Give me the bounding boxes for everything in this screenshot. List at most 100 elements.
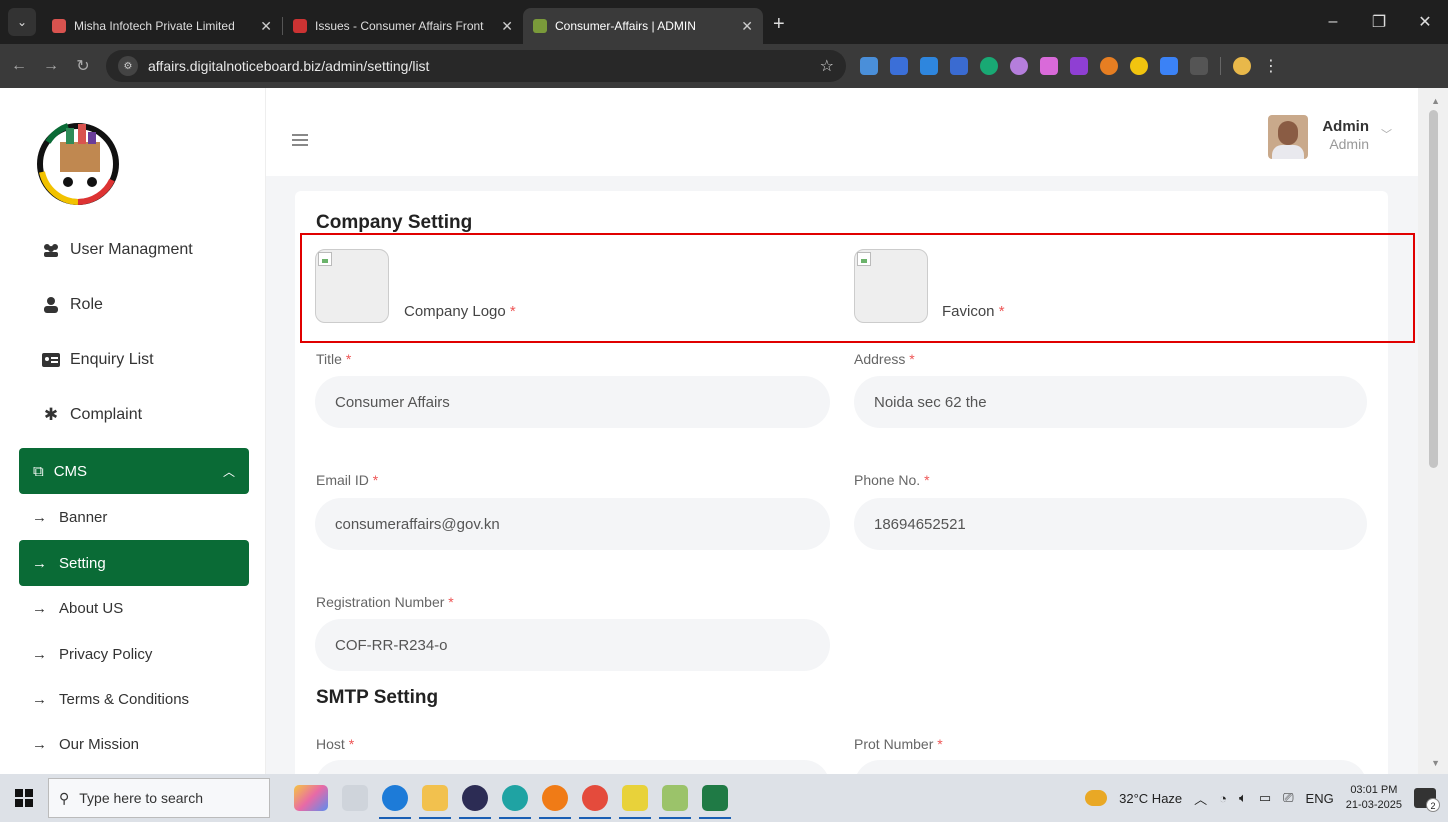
language-indicator[interactable]: ENG	[1306, 791, 1334, 806]
snipping-tool-icon[interactable]	[619, 785, 651, 819]
input-indicator-icon[interactable]: ⎚	[1283, 790, 1293, 806]
notepad-icon[interactable]	[659, 785, 691, 819]
tab-misha-infotech[interactable]: Misha Infotech Private Limited ✕	[42, 8, 282, 44]
sidebar-item-enquiry-list[interactable]: Enquiry List	[42, 351, 154, 369]
tab-consumer-affairs-admin[interactable]: Consumer-Affairs | ADMIN ✕	[523, 8, 763, 44]
port-number-label: Prot Number *	[854, 736, 943, 752]
title-input[interactable]: Consumer Affairs	[315, 376, 830, 428]
copilot-icon[interactable]	[294, 785, 328, 811]
chrome-icon[interactable]	[579, 785, 611, 819]
phone-label: Phone No. *	[854, 472, 930, 488]
sidebar-subitem-banner[interactable]: → Banner	[32, 509, 107, 526]
registration-number-input[interactable]: COF-RR-R234-o	[315, 619, 830, 671]
windows-start-icon[interactable]	[0, 774, 48, 822]
sidebar-item-role[interactable]: Role	[42, 296, 103, 314]
puzzle-icon[interactable]	[1160, 57, 1178, 75]
skype-icon[interactable]	[379, 785, 411, 819]
sidebar-panel-icon[interactable]	[1190, 57, 1208, 75]
avatar[interactable]	[1268, 115, 1308, 159]
toolbar-divider	[1220, 57, 1221, 75]
address-toolbar: ← → ↻ ⚙ affairs.digitalnoticeboard.biz/a…	[0, 44, 1448, 88]
file-explorer-icon[interactable]	[419, 785, 451, 819]
host-input[interactable]	[315, 760, 830, 774]
firefox-icon[interactable]	[539, 785, 571, 819]
scroll-down-arrow-icon[interactable]: ▼	[1431, 758, 1440, 768]
extension-icon[interactable]	[1040, 57, 1058, 75]
notification-icon[interactable]: 2	[1414, 788, 1440, 812]
scrollbar-thumb[interactable]	[1429, 110, 1438, 468]
extension-icon[interactable]	[1010, 57, 1028, 75]
sidebar-subitem-terms[interactable]: → Terms & Conditions	[32, 691, 189, 708]
windows-taskbar: ⚲ Type here to search 32°C Haze ︿ ◔ 🔈︎ ▭…	[0, 774, 1448, 822]
battery-icon[interactable]: ▭	[1259, 790, 1271, 806]
new-tab-button[interactable]: +	[773, 13, 785, 36]
grammarly-icon[interactable]	[980, 57, 998, 75]
tab-favicon	[293, 19, 307, 33]
profile-avatar-icon[interactable]	[1233, 57, 1251, 75]
site-info-icon[interactable]: ⚙	[118, 56, 138, 76]
chevron-up-icon[interactable]: ︿	[1194, 789, 1207, 808]
chevron-down-icon[interactable]: ﹀	[1381, 126, 1392, 142]
sidebar-subitem-setting[interactable]: → Setting	[19, 540, 249, 586]
registration-number-label: Registration Number *	[316, 594, 454, 610]
sidebar-item-user-managment[interactable]: User Managment	[42, 241, 193, 259]
tab-search-button[interactable]: ⌄	[8, 8, 36, 36]
weather-icon[interactable]	[1085, 790, 1108, 806]
eclipse-icon[interactable]	[459, 785, 491, 819]
page-scrollbar[interactable]: ▲ ▼	[1418, 88, 1448, 774]
sidebar: User Managment Role Enquiry List ✱ Compl…	[0, 88, 266, 774]
email-input[interactable]: consumeraffairs@gov.kn	[315, 498, 830, 550]
forward-icon[interactable]: →	[42, 57, 60, 75]
sidebar-subitem-privacy-policy[interactable]: → Privacy Policy	[32, 646, 152, 663]
close-tab-icon[interactable]: ✕	[741, 18, 753, 35]
extension-icon[interactable]	[860, 57, 878, 75]
extension-icon[interactable]	[920, 57, 938, 75]
arrow-right-icon: →	[32, 691, 47, 708]
weather-text[interactable]: 32°C Haze	[1119, 791, 1182, 806]
edge-icon[interactable]	[499, 785, 531, 819]
sidebar-subitem-label: Terms & Conditions	[59, 691, 190, 708]
extension-icon[interactable]	[890, 57, 908, 75]
url-text: affairs.digitalnoticeboard.biz/admin/set…	[148, 58, 430, 74]
phone-input[interactable]: 18694652521	[854, 498, 1367, 550]
url-bar[interactable]: ⚙ affairs.digitalnoticeboard.biz/admin/s…	[106, 50, 846, 82]
close-tab-icon[interactable]: ✕	[260, 18, 272, 35]
reload-icon[interactable]: ↻	[74, 56, 92, 76]
search-placeholder: Type here to search	[79, 790, 204, 806]
user-name[interactable]: Admin	[1322, 118, 1369, 135]
top-header: Admin Admin ﹀	[266, 88, 1418, 176]
extension-icon[interactable]	[1100, 57, 1118, 75]
sidebar-subitem-about-us[interactable]: → About US	[32, 600, 123, 617]
minimize-icon[interactable]: –	[1310, 13, 1356, 31]
extensions-area: ⋮	[860, 56, 1279, 76]
extension-icon[interactable]	[1070, 57, 1088, 75]
clock[interactable]: 03:01 PM 21-03-2025	[1346, 783, 1402, 813]
page-viewport: User Managment Role Enquiry List ✱ Compl…	[0, 88, 1448, 774]
address-input[interactable]: Noida sec 62 the	[854, 376, 1367, 428]
sidebar-subitem-label: Banner	[59, 509, 108, 526]
close-window-icon[interactable]: ✕	[1402, 12, 1448, 32]
hamburger-menu-icon[interactable]	[292, 134, 308, 146]
excel-icon[interactable]	[699, 785, 731, 819]
bookmark-star-icon[interactable]: ☆	[820, 56, 834, 76]
extension-icon[interactable]	[950, 57, 968, 75]
sidebar-subitem-our-mission[interactable]: → Our Mission	[32, 736, 139, 753]
tab-issues[interactable]: Issues - Consumer Affairs Front ✕	[283, 8, 523, 44]
task-view-icon[interactable]	[342, 785, 368, 811]
more-menu-icon[interactable]: ⋮	[1263, 56, 1279, 76]
sidebar-item-cms[interactable]: ⧉ CMS ︿	[19, 448, 249, 494]
scroll-up-arrow-icon[interactable]: ▲	[1431, 96, 1440, 106]
back-icon[interactable]: ←	[10, 57, 28, 75]
restore-icon[interactable]: ❐	[1356, 12, 1402, 32]
user-role: Admin	[1329, 136, 1369, 152]
tab-favicon	[533, 19, 547, 33]
taskbar-search-input[interactable]: ⚲ Type here to search	[48, 778, 270, 818]
port-number-input[interactable]	[854, 760, 1367, 774]
host-label: Host *	[316, 736, 355, 752]
sidebar-subitem-label: About US	[59, 600, 124, 617]
extension-icon[interactable]	[1130, 57, 1148, 75]
close-tab-icon[interactable]: ✕	[501, 18, 513, 35]
volume-icon[interactable]: 🔈︎	[1239, 790, 1247, 806]
wifi-icon[interactable]: ◔	[1219, 791, 1227, 806]
sidebar-item-complaint[interactable]: ✱ Complaint	[42, 405, 142, 424]
